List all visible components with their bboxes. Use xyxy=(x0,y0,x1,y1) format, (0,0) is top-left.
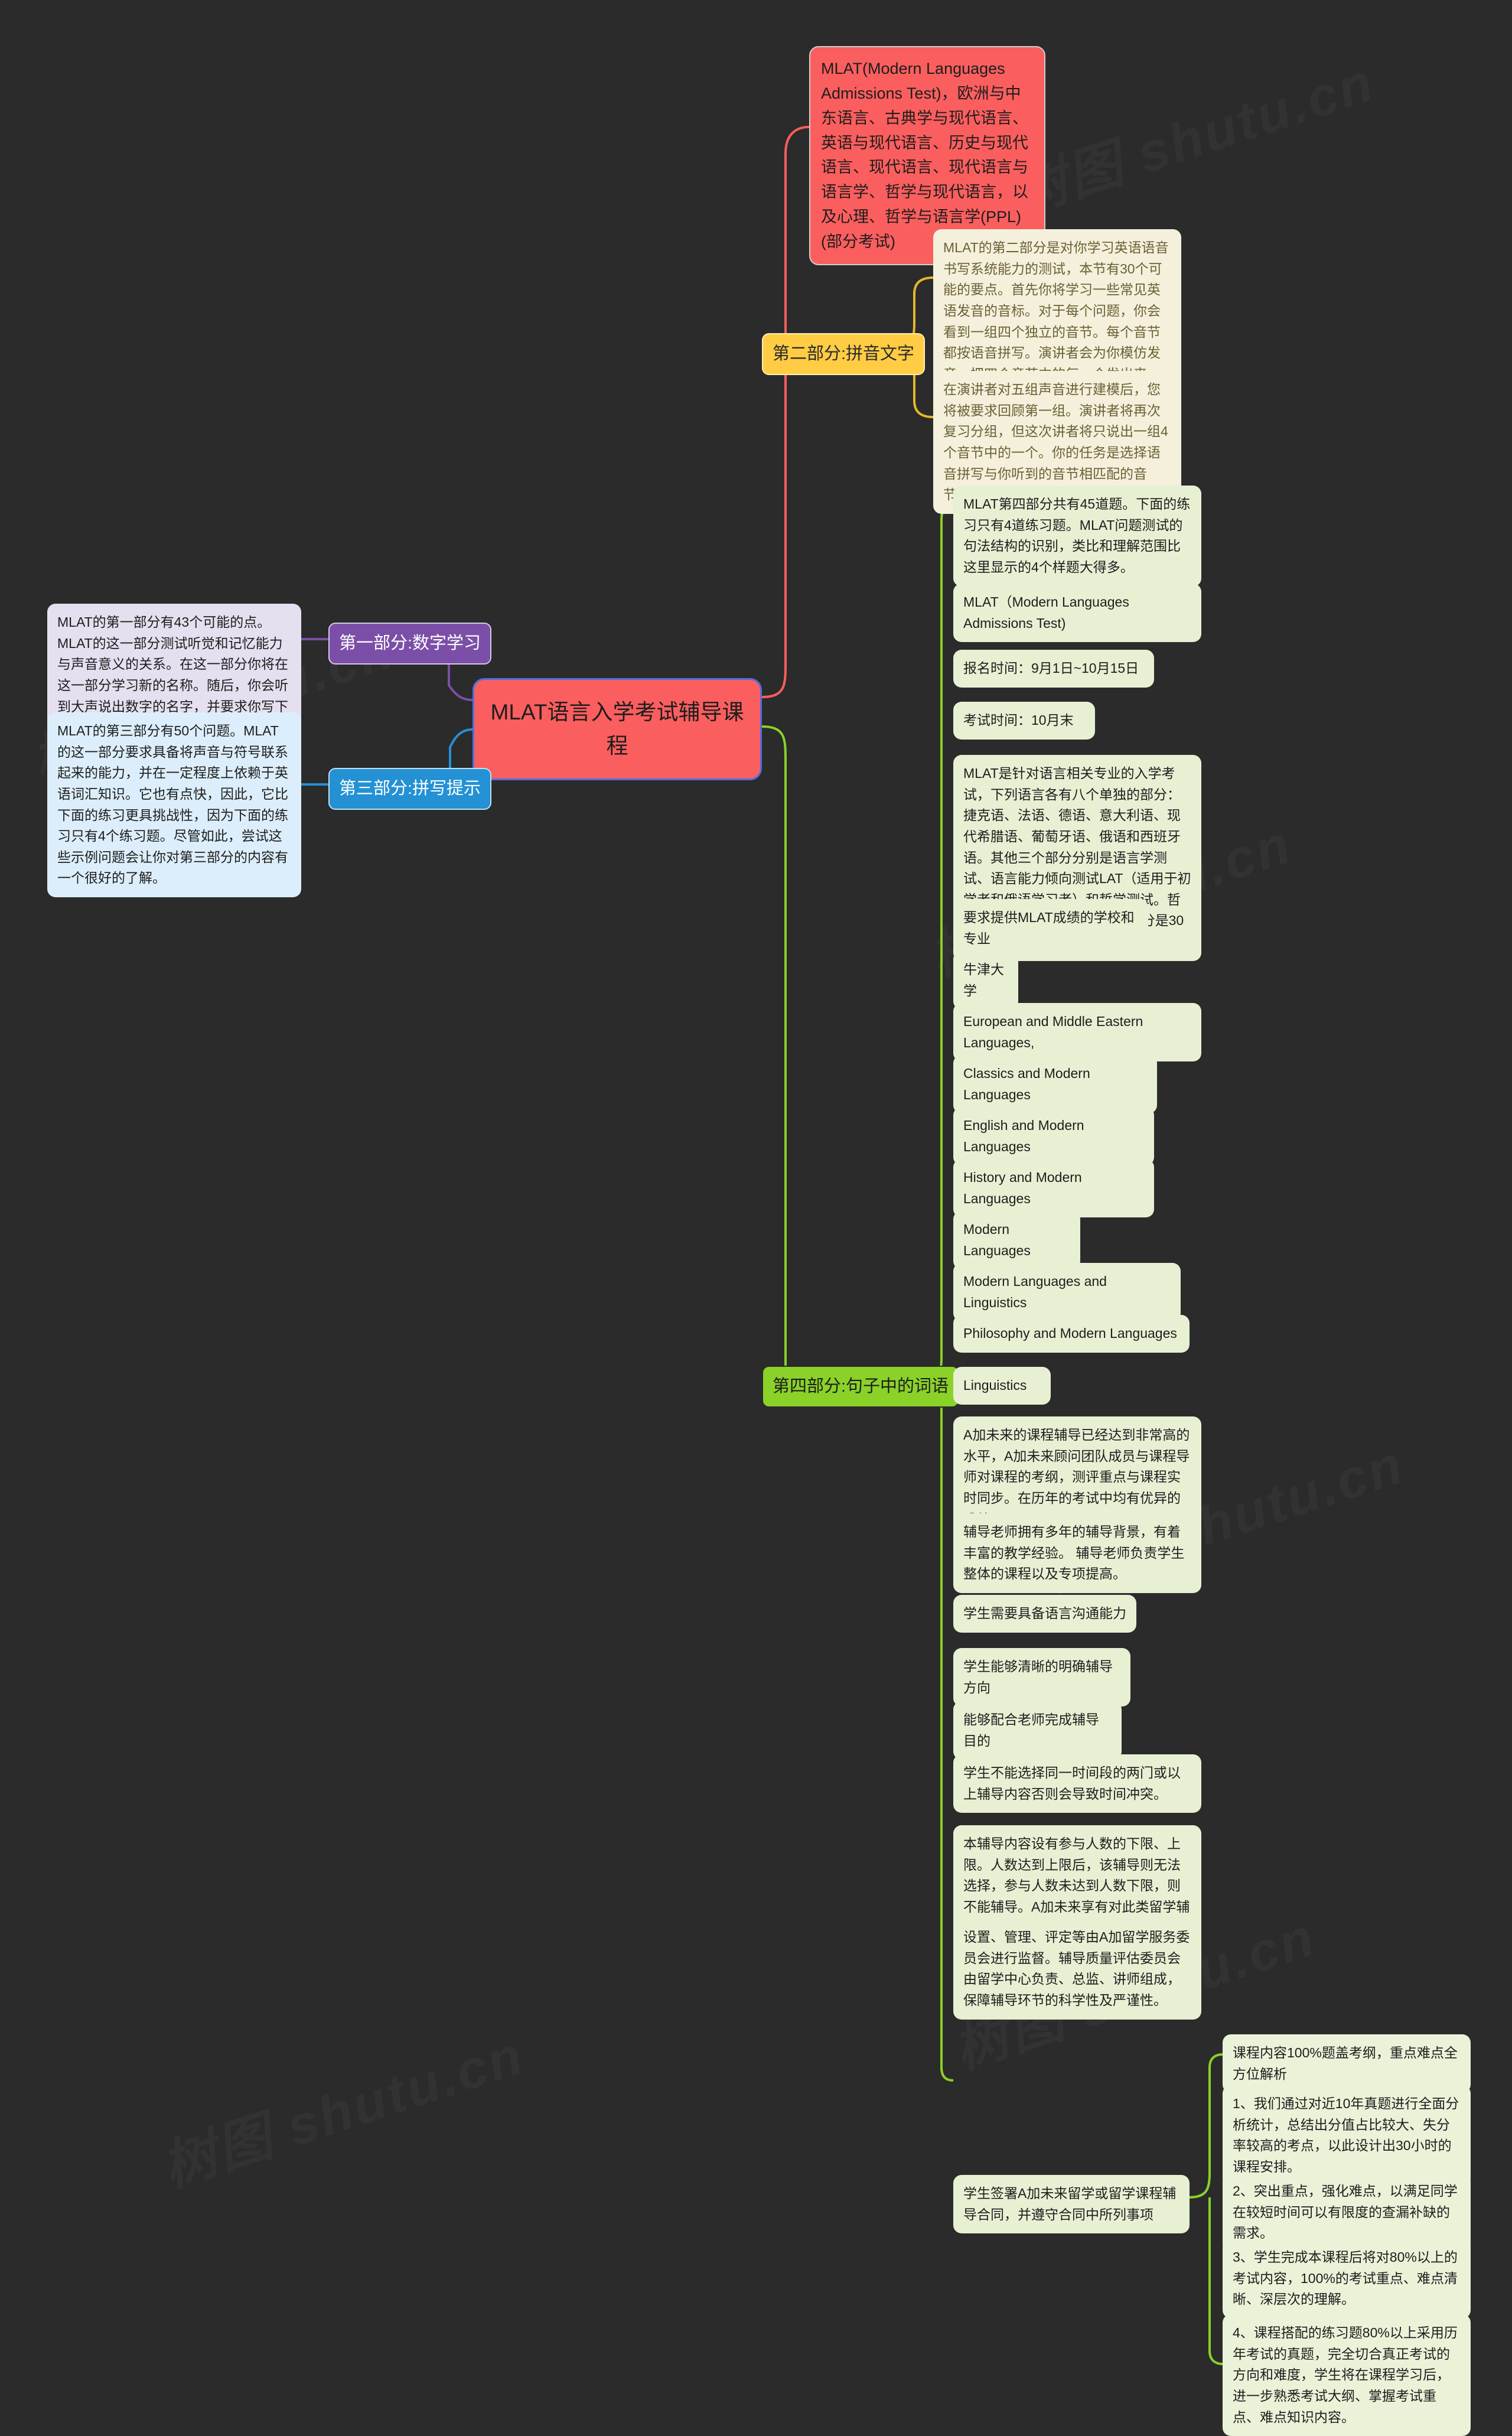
card-contract-5[interactable]: 4、课程搭配的练习题80%以上采用历年考试的真题，完全切合真正考试的方向和难度，… xyxy=(1223,2314,1471,2436)
card-part4-9[interactable]: Classics and Modern Languages xyxy=(953,1055,1157,1114)
card-part4-23[interactable]: 设置、管理、评定等由A加留学服务委员会进行监督。辅导质量评估委员会由留学中心负责… xyxy=(953,1919,1201,2020)
branch-part1[interactable]: 第一部分:数字学习 xyxy=(328,623,492,665)
card-contract-2[interactable]: 1、我们通过对近10年真题进行全面分析统计，总结出分值占比较大、失分率较高的考点… xyxy=(1223,2085,1471,2186)
mindmap-canvas: 树图 shutu.cn 树图 shutu.cn 树图 shutu.cn 树图 s… xyxy=(0,0,1512,2436)
branch-part2[interactable]: 第二部分:拼音文字 xyxy=(762,333,926,375)
card-part4-18[interactable]: 学生需要具备语言沟通能力 xyxy=(953,1595,1136,1633)
card-part4-13[interactable]: Modern Languages and Linguistics xyxy=(953,1263,1181,1322)
card-part4-1[interactable]: MLAT第四部分共有45道题。下面的练习只有4道练习题。MLAT问题测试的句法结… xyxy=(953,486,1201,587)
root-node[interactable]: MLAT语言入学考试辅导课程 xyxy=(472,678,762,780)
card-part4-17[interactable]: 辅导老师拥有多年的辅导背景，有着丰富的教学经验。 辅导老师负责学生整体的课程以及… xyxy=(953,1513,1201,1593)
card-part4-12[interactable]: Modern Languages xyxy=(953,1211,1080,1270)
card-contract-4[interactable]: 3、学生完成本课程后将对80%以上的考试内容，100%的考试重点、难点清晰、深层… xyxy=(1223,2239,1471,2318)
card-part4-11[interactable]: History and Modern Languages xyxy=(953,1159,1154,1218)
branch-part4[interactable]: 第四部分:句子中的词语 xyxy=(762,1366,960,1408)
card-part4-2[interactable]: MLAT（Modern Languages Admissions Test) xyxy=(953,584,1201,643)
card-part4-14[interactable]: Philosophy and Modern Languages xyxy=(953,1315,1190,1353)
card-part4-10[interactable]: English and Modern Languages xyxy=(953,1107,1154,1166)
watermark: 树图 shutu.cn xyxy=(1001,38,1383,229)
card-part4-7[interactable]: 牛津大学 xyxy=(953,951,1018,1010)
card-part3-detail[interactable]: MLAT的第三部分有50个问题。MLAT的这一部分要求具备将声音与符号联系起来的… xyxy=(47,712,301,898)
card-part4-3[interactable]: 报名时间：9月1日~10月15日 xyxy=(953,650,1154,688)
card-part4-21[interactable]: 学生不能选择同一时间段的两门或以上辅导内容否则会导致时间冲突。 xyxy=(953,1754,1201,1813)
card-part4-15[interactable]: Linguistics xyxy=(953,1367,1051,1405)
card-part4-6[interactable]: 要求提供MLAT成绩的学校和专业 xyxy=(953,899,1148,958)
card-part4-4[interactable]: 考试时间：10月末 xyxy=(953,702,1095,740)
card-contract-1[interactable]: 课程内容100%题盖考纲，重点难点全方位解析 xyxy=(1223,2034,1471,2093)
card-part4-8[interactable]: European and Middle Eastern Languages, xyxy=(953,1003,1201,1062)
watermark: 树图 shutu.cn xyxy=(151,2011,533,2202)
card-part4-20[interactable]: 能够配合老师完成辅导目的 xyxy=(953,1701,1122,1760)
card-part4-24-contract[interactable]: 学生签署A加未来留学或留学课程辅导合同，并遵守合同中所列事项 xyxy=(953,2175,1190,2234)
branch-part3[interactable]: 第三部分:拼写提示 xyxy=(328,768,492,810)
card-part4-19[interactable]: 学生能够清晰的明确辅导方向 xyxy=(953,1648,1130,1707)
